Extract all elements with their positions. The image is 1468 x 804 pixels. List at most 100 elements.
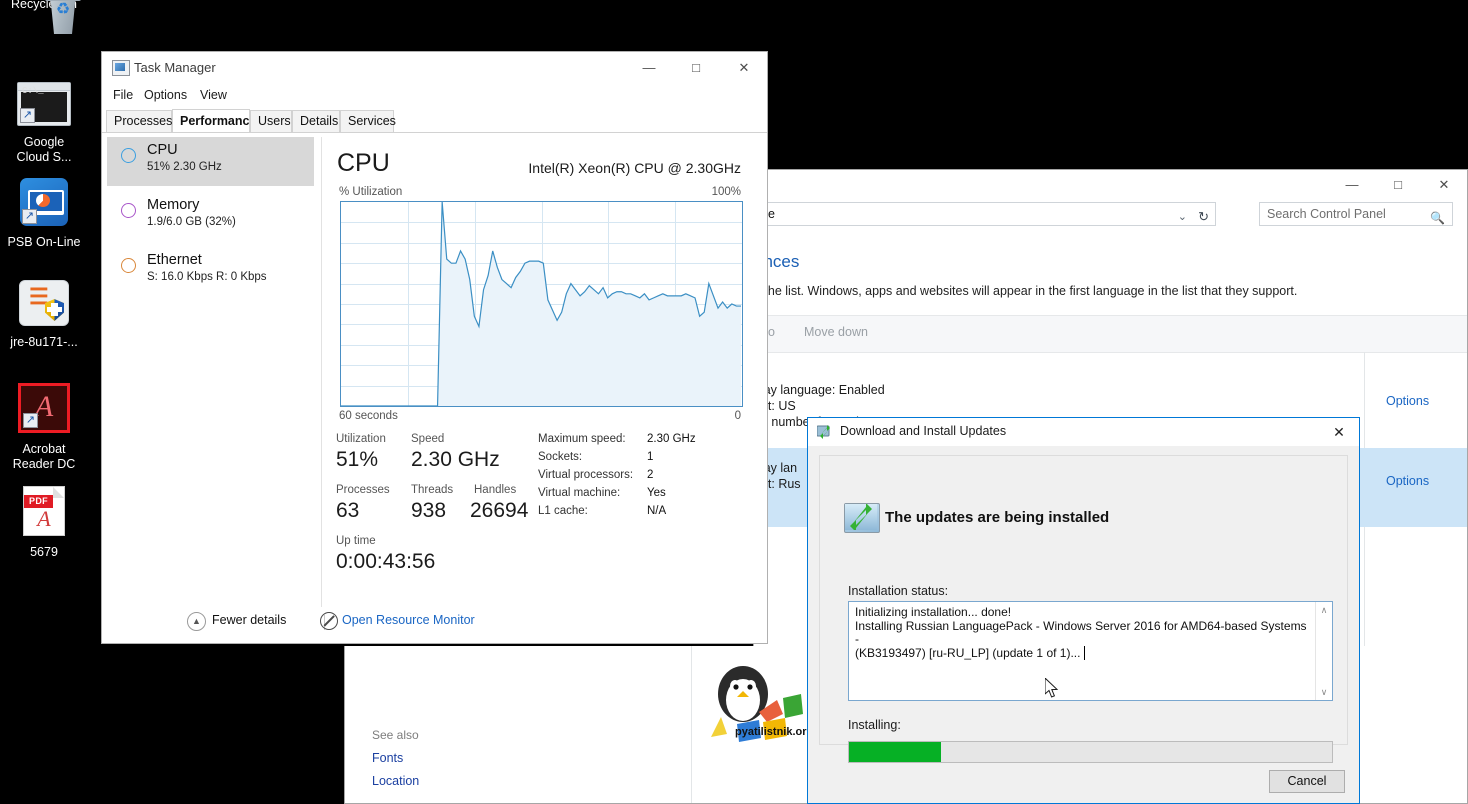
graph-y-axis-label: % Utilization xyxy=(339,186,403,198)
stat-label-uptime: Up time xyxy=(336,535,376,547)
chevron-up-icon: ▲ xyxy=(187,612,206,631)
control-panel-navigation-bar: ge ⌄ ↻ Search Control Panel 🔍 xyxy=(754,202,1467,230)
update-refresh-icon xyxy=(816,425,833,439)
task-manager-pane-divider xyxy=(321,137,322,607)
install-progress-fill xyxy=(849,742,941,762)
scroll-down-icon[interactable]: ∨ xyxy=(1316,684,1332,700)
psb-online-icon: ↗ xyxy=(0,178,90,230)
desktop-icon-google-cloud-shell[interactable]: C:\_ ↗ Google Cloud S... xyxy=(0,82,90,165)
desktop-icon-recycle-bin[interactable]: ♻ Recycle Bin xyxy=(0,0,90,34)
info-value-max-speed: 2.30 GHz xyxy=(647,433,696,445)
task-manager-tabstrip: Processes Performance Users Details Serv… xyxy=(102,109,767,133)
task-manager-window[interactable]: Task Manager — □ ✕ File Options View Pro… xyxy=(101,51,768,644)
language-row-2-options-link[interactable]: Options xyxy=(1386,474,1429,488)
update-status-icon xyxy=(844,503,880,533)
resource-item-memory[interactable]: Memory 1.9/6.0 GB (32%) xyxy=(107,192,314,241)
task-manager-maximize-button[interactable]: □ xyxy=(673,52,719,84)
info-label-virtual-processors: Virtual processors: xyxy=(538,469,634,481)
penguin-windows-logo-icon: pyatilistnik.org xyxy=(711,666,813,742)
task-manager-close-button[interactable]: ✕ xyxy=(721,52,767,84)
info-label-max-speed: Maximum speed: xyxy=(538,433,626,445)
see-also-link-location[interactable]: Location xyxy=(372,774,419,788)
chevron-down-icon[interactable]: ⌄ xyxy=(1178,206,1187,228)
scroll-up-icon[interactable]: ∧ xyxy=(1316,602,1332,618)
cancel-button[interactable]: Cancel xyxy=(1269,770,1345,793)
installation-status-label: Installation status: xyxy=(848,584,949,598)
desktop-icon-label: Google Cloud S... xyxy=(16,135,72,164)
desktop-icon-label: Acrobat Reader DC xyxy=(12,442,76,471)
see-also-divider xyxy=(691,646,692,803)
resource-item-cpu[interactable]: CPU 51% 2.30 GHz xyxy=(107,137,314,186)
performance-resource-list: CPU 51% 2.30 GHz Memory 1.9/6.0 GB (32%)… xyxy=(107,137,314,296)
cpu-indicator-icon xyxy=(121,148,136,163)
info-value-l1-cache: N/A xyxy=(647,505,667,517)
download-install-updates-dialog[interactable]: Download and Install Updates ✕ The updat… xyxy=(807,417,1360,804)
stat-label-threads: Threads xyxy=(411,484,454,496)
tab-processes[interactable]: Processes xyxy=(106,110,172,132)
stat-value-threads: 938 xyxy=(411,499,447,522)
tab-users[interactable]: Users xyxy=(250,110,292,132)
resource-item-memory-sub: 1.9/6.0 GB (32%) xyxy=(147,216,236,228)
control-panel-close-button[interactable]: ✕ xyxy=(1421,170,1467,200)
stat-value-utilization: 51% xyxy=(336,448,379,471)
tab-performance[interactable]: Performance xyxy=(172,109,256,132)
task-manager-footer: ▲ Fewer details Open Resource Monitor xyxy=(102,603,767,643)
language-row-1-options-link[interactable]: Options xyxy=(1386,394,1429,408)
desktop-icon-label: jre-8u171-... xyxy=(10,335,78,349)
see-also-link-fonts[interactable]: Fonts xyxy=(372,751,403,765)
desktop-icon-psb-online[interactable]: ↗ PSB On-Line xyxy=(0,178,90,250)
stat-value-handles: 26694 xyxy=(470,499,529,522)
acrobat-reader-icon: A ↗ xyxy=(0,383,90,437)
stat-label-handles: Handles xyxy=(474,484,517,496)
resource-item-cpu-name: CPU xyxy=(147,142,178,158)
address-bar-input[interactable]: ge ⌄ ↻ xyxy=(754,202,1216,226)
control-panel-minimize-button[interactable]: — xyxy=(1329,170,1375,200)
stat-value-uptime: 0:00:43:56 xyxy=(336,550,436,573)
tab-details[interactable]: Details xyxy=(292,110,340,132)
control-panel-toolbar: o Move down xyxy=(754,315,1467,353)
desktop-icon-acrobat-reader[interactable]: A ↗ Acrobat Reader DC xyxy=(0,383,90,472)
pyatilistnik-watermark: pyatilistnik.org xyxy=(697,662,813,762)
watermark-text: pyatilistnik.org xyxy=(735,726,807,738)
pdf-file-icon: PDF A xyxy=(0,486,90,540)
desktop-icon-label: PSB On-Line xyxy=(7,235,81,249)
menu-item-file[interactable]: File xyxy=(113,88,133,102)
installation-status-textbox[interactable]: Initializing installation... done! Insta… xyxy=(848,601,1333,701)
graph-y-axis-max: 100% xyxy=(711,186,741,198)
fewer-details-label: Fewer details xyxy=(212,613,287,627)
desktop-icon-jre-installer[interactable]: ☰ jre-8u171-... xyxy=(0,280,90,350)
control-panel-maximize-button[interactable]: □ xyxy=(1375,170,1421,200)
graph-x-axis-left: 60 seconds xyxy=(339,410,398,422)
page-description: o the list. Windows, apps and websites w… xyxy=(754,284,1298,298)
tab-services[interactable]: Services xyxy=(340,110,396,132)
search-control-panel-input[interactable]: Search Control Panel 🔍 xyxy=(1259,202,1453,226)
resource-item-ethernet[interactable]: Ethernet S: 16.0 Kbps R: 0 Kbps xyxy=(107,247,314,296)
toolbar-item-move-up[interactable]: o xyxy=(768,325,775,339)
menu-item-view[interactable]: View xyxy=(200,88,227,102)
search-icon: 🔍 xyxy=(1430,211,1445,225)
open-resource-monitor-link[interactable]: Open Resource Monitor xyxy=(320,612,475,630)
mouse-cursor xyxy=(1044,676,1059,699)
install-progress-bar xyxy=(848,741,1333,763)
desktop-icon-pdf-5679[interactable]: PDF A 5679 xyxy=(0,486,90,560)
menu-item-options[interactable]: Options xyxy=(144,88,187,102)
ethernet-indicator-icon xyxy=(121,258,136,273)
command-prompt-shortcut-icon: C:\_ ↗ xyxy=(0,82,90,130)
stat-label-utilization: Utilization xyxy=(336,433,386,445)
stat-label-processes: Processes xyxy=(336,484,390,496)
toolbar-item-move-down[interactable]: Move down xyxy=(804,325,868,339)
installing-label: Installing: xyxy=(848,718,901,732)
task-manager-menubar: File Options View xyxy=(102,88,767,110)
status-scrollbar[interactable]: ∧ ∨ xyxy=(1315,602,1332,700)
cpu-model-label: Intel(R) Xeon(R) CPU @ 2.30GHz xyxy=(528,160,741,176)
info-value-virtual-machine: Yes xyxy=(647,487,666,499)
update-dialog-close-button[interactable]: ✕ xyxy=(1327,422,1351,442)
fewer-details-button[interactable]: ▲ Fewer details xyxy=(187,612,287,631)
installation-status-text: Initializing installation... done! Insta… xyxy=(855,605,1312,660)
resource-monitor-icon xyxy=(320,612,338,630)
task-manager-icon xyxy=(112,60,130,76)
stat-value-speed: 2.30 GHz xyxy=(411,448,500,471)
control-panel-titlebar: — □ ✕ xyxy=(754,170,1467,200)
refresh-icon[interactable]: ↻ xyxy=(1198,206,1209,228)
task-manager-minimize-button[interactable]: — xyxy=(626,52,672,84)
